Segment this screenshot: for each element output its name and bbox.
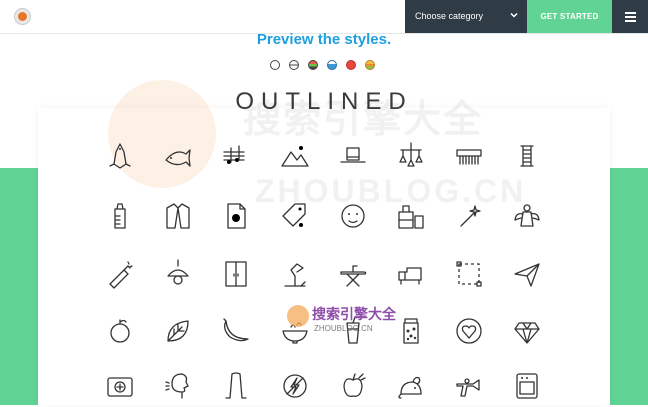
diamond-icon[interactable] — [511, 315, 543, 347]
jacket-icon[interactable] — [162, 200, 194, 232]
watermark-small-logo — [287, 305, 309, 327]
banana-icon[interactable] — [220, 315, 252, 347]
hamburger-menu-button[interactable] — [612, 0, 648, 33]
desk-lamp-icon[interactable] — [279, 258, 311, 290]
style-dot-flat-red[interactable] — [346, 60, 356, 70]
style-dot-outlined[interactable] — [270, 60, 280, 70]
baby-bottle-icon[interactable] — [104, 200, 136, 232]
hat-icon[interactable] — [337, 140, 369, 172]
chevron-down-icon — [510, 12, 518, 18]
style-dot-flat-yellow[interactable] — [365, 60, 375, 70]
apple-icon[interactable] — [337, 370, 369, 402]
bird-icon[interactable] — [104, 140, 136, 172]
watermark-small-text: 搜索引擎大全 — [312, 306, 396, 322]
get-started-button[interactable]: GET STARTED — [527, 0, 612, 33]
paper-plane-icon[interactable] — [511, 258, 543, 290]
space-gun-icon[interactable] — [453, 370, 485, 402]
site-logo[interactable] — [14, 8, 31, 25]
person-cough-icon[interactable] — [162, 370, 194, 402]
wardrobe-icon[interactable] — [220, 258, 252, 290]
jar-icon[interactable] — [395, 315, 427, 347]
heart-ring-icon[interactable] — [453, 315, 485, 347]
comb-icon[interactable] — [453, 140, 485, 172]
category-dropdown-label: Choose category — [415, 11, 484, 21]
angel-icon[interactable] — [511, 200, 543, 232]
no-lightning-icon[interactable] — [279, 370, 311, 402]
mouse-icon[interactable] — [395, 370, 427, 402]
fish-icon[interactable] — [162, 140, 194, 172]
magic-wand-icon[interactable] — [453, 200, 485, 232]
furniture-icon[interactable] — [395, 200, 427, 232]
orange-icon[interactable] — [104, 315, 136, 347]
style-dot-filled-outline[interactable] — [289, 60, 299, 70]
face-icon[interactable] — [337, 200, 369, 232]
document-icon[interactable] — [220, 200, 252, 232]
oven-icon[interactable] — [511, 370, 543, 402]
tongs-icon[interactable] — [220, 370, 252, 402]
ironing-board-icon[interactable] — [337, 258, 369, 290]
watermark-small-domain: ZHOUBLOG.CN — [314, 324, 373, 333]
music-notes-icon[interactable] — [220, 140, 252, 172]
category-dropdown[interactable]: Choose category — [405, 0, 527, 33]
selection-icon[interactable] — [453, 258, 485, 290]
style-dot-flat-green[interactable] — [308, 60, 318, 70]
leaf-icon[interactable] — [162, 315, 194, 347]
preview-heading: Preview the styles. — [256, 31, 392, 48]
style-title: OUTLINED — [235, 88, 413, 115]
hospital-sign-icon[interactable] — [104, 370, 136, 402]
style-dot-flat-blue[interactable] — [327, 60, 337, 70]
price-tag-icon[interactable] — [279, 200, 311, 232]
ceiling-lamp-icon[interactable] — [162, 258, 194, 290]
champagne-icon[interactable] — [104, 258, 136, 290]
style-switcher — [270, 60, 384, 72]
mobile-hanging-icon[interactable] — [395, 140, 427, 172]
sofa-icon[interactable] — [395, 258, 427, 290]
thread-spool-icon[interactable] — [511, 140, 543, 172]
mountains-icon[interactable] — [279, 140, 311, 172]
